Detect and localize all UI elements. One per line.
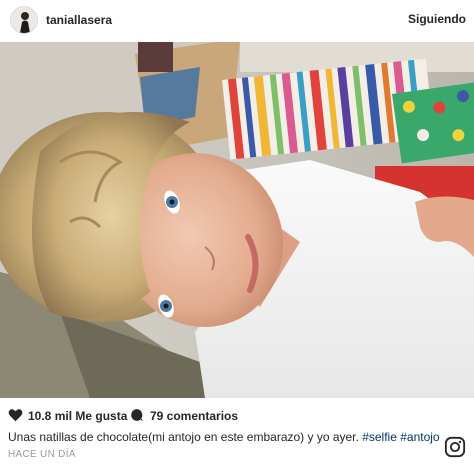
- post-caption: Unas natillas de chocolate(mi antojo en …: [8, 430, 440, 444]
- post-timestamp: HACE UN DÍA: [8, 449, 76, 460]
- post-header: taniallasera Siguiendo: [0, 0, 474, 42]
- following-button[interactable]: Siguiendo: [408, 12, 466, 26]
- heart-icon[interactable]: [8, 408, 23, 422]
- hashtag-link[interactable]: #selfie: [362, 430, 397, 444]
- comments-count[interactable]: 79 comentarios: [150, 409, 238, 423]
- hashtag-link[interactable]: #antojo: [400, 430, 439, 444]
- username-link[interactable]: taniallasera: [46, 13, 112, 27]
- post-photo[interactable]: [0, 42, 474, 398]
- post-actions: 10.8 mil Me gusta 79 comentarios: [0, 404, 474, 426]
- caption-text: Unas natillas de chocolate(mi antojo en …: [8, 430, 359, 444]
- likes-count[interactable]: 10.8 mil Me gusta: [28, 409, 127, 423]
- instagram-logo-icon[interactable]: [444, 436, 466, 458]
- comment-icon[interactable]: [130, 408, 144, 422]
- avatar[interactable]: [10, 6, 38, 34]
